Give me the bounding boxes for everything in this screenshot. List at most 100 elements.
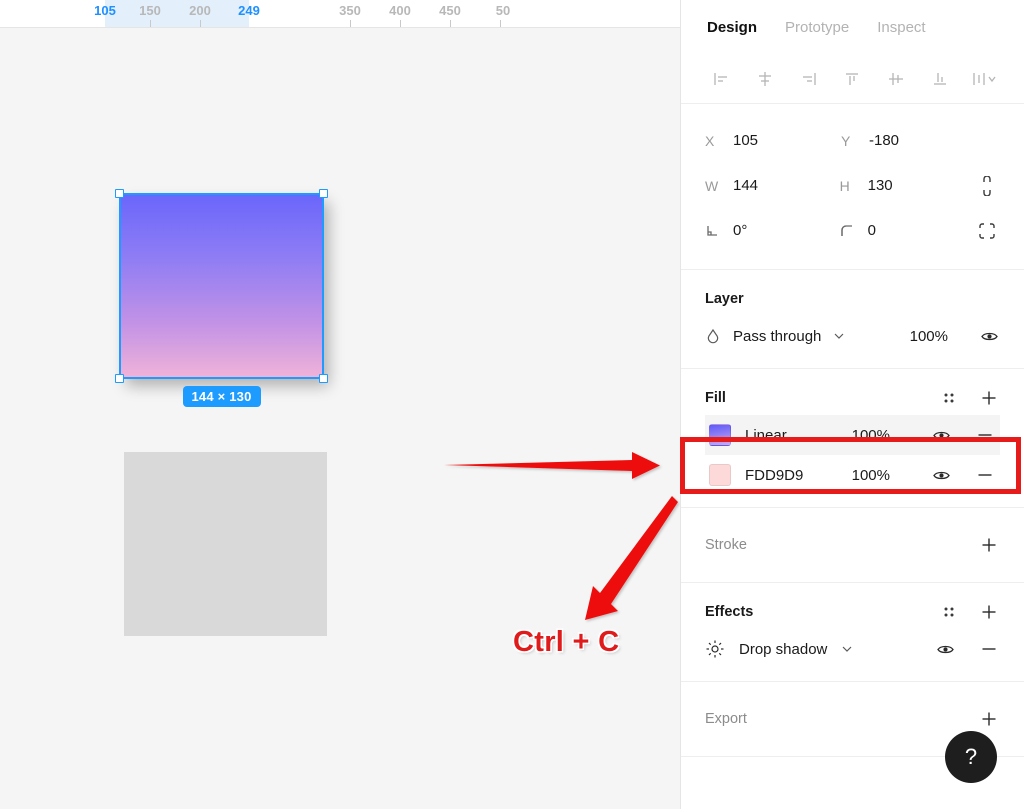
fill-opacity-solid[interactable]: 100% <box>852 467 890 484</box>
resize-handle-top-left[interactable] <box>115 189 124 198</box>
layer-section: Layer Pass through 100% <box>681 270 1024 369</box>
rotation-field[interactable]: 0° <box>705 222 840 239</box>
blend-mode-row: Pass through 100% <box>705 316 1000 356</box>
layer-title: Layer <box>705 291 744 307</box>
remove-fill-minus-icon[interactable] <box>974 464 996 486</box>
ruler-mark-350 <box>350 20 351 27</box>
effect-name-drop-shadow[interactable]: Drop shadow <box>739 641 827 658</box>
constrain-proportions-icon[interactable] <box>974 173 1000 199</box>
chevron-down-icon[interactable] <box>841 643 853 655</box>
export-title: Export <box>705 711 747 727</box>
stroke-header-actions <box>978 534 1000 556</box>
fill-visibility-eye-icon[interactable] <box>930 424 952 446</box>
tab-prototype[interactable]: Prototype <box>785 19 849 36</box>
effects-section: Effects Drop shadow <box>681 583 1024 682</box>
blend-mode-value[interactable]: Pass through <box>733 328 821 345</box>
effect-styles-grid-icon[interactable] <box>938 601 960 623</box>
corner-radius-icon <box>840 224 868 238</box>
h-field[interactable]: H 130 <box>840 177 975 194</box>
fill-title: Fill <box>705 390 726 406</box>
effect-visibility-eye-icon[interactable] <box>934 638 956 660</box>
help-button[interactable]: ? <box>945 731 997 783</box>
export-header: Export <box>705 702 1000 736</box>
y-value: -180 <box>869 132 900 149</box>
align-vertical-center-icon[interactable] <box>880 64 912 94</box>
h-value: 130 <box>867 177 893 194</box>
x-field[interactable]: X 105 <box>705 132 841 149</box>
fill-item-linear[interactable]: Linear 100% <box>705 415 1000 455</box>
fill-swatch-solid[interactable] <box>709 464 731 486</box>
position-row: X 105 Y -180 <box>705 118 1000 163</box>
effects-header-actions <box>938 601 1000 623</box>
fill-header-actions <box>938 387 1000 409</box>
size-row: W 144 H 130 <box>705 163 1000 208</box>
resize-handle-bottom-right[interactable] <box>319 374 328 383</box>
design-panel: Design Prototype Inspect X 105 Y -180 W … <box>680 0 1024 809</box>
horizontal-ruler[interactable]: 105 150 200 249 350 400 450 50 <box>0 0 680 28</box>
align-top-icon[interactable] <box>836 64 868 94</box>
distribute-more-icon[interactable] <box>968 64 1000 94</box>
remove-effect-minus-icon[interactable] <box>978 638 1000 660</box>
ruler-tick-450: 450 <box>439 3 461 18</box>
effect-item-drop-shadow[interactable]: Drop shadow <box>705 629 1000 669</box>
ruler-mark-400 <box>400 20 401 27</box>
align-horizontal-center-icon[interactable] <box>749 64 781 94</box>
w-value: 144 <box>733 177 759 194</box>
add-stroke-plus-icon[interactable] <box>978 534 1000 556</box>
fill-opacity-linear[interactable]: 100% <box>852 427 890 444</box>
fill-item-solid[interactable]: FDD9D9 100% <box>705 455 1000 495</box>
stroke-header: Stroke <box>705 528 1000 562</box>
alignment-toolbar <box>681 54 1024 104</box>
ruler-tick-150: 150 <box>139 3 161 18</box>
selected-shape-wrapper[interactable]: 144 × 130 <box>115 189 328 407</box>
fill-visibility-eye-icon[interactable] <box>930 464 952 486</box>
resize-handle-top-right[interactable] <box>319 189 328 198</box>
fill-section: Fill Linear 100% FDD9D9 100% <box>681 369 1024 508</box>
align-right-icon[interactable] <box>793 64 825 94</box>
fill-header: Fill <box>705 381 1000 415</box>
resize-handle-bottom-left[interactable] <box>115 374 124 383</box>
tab-inspect[interactable]: Inspect <box>877 19 925 36</box>
fill-styles-grid-icon[interactable] <box>938 387 960 409</box>
panel-tabs: Design Prototype Inspect <box>681 0 1024 54</box>
remove-fill-minus-icon[interactable] <box>974 424 996 446</box>
layer-visibility-eye-icon[interactable] <box>978 325 1000 347</box>
y-label: Y <box>841 132 851 149</box>
corner-radius-field[interactable]: 0 <box>840 222 975 239</box>
tab-design[interactable]: Design <box>707 19 757 36</box>
align-left-icon[interactable] <box>705 64 737 94</box>
canvas-area[interactable]: 105 150 200 249 350 400 450 50 144 × 130… <box>0 0 680 809</box>
canvas-body[interactable]: 144 × 130 Ctrl + C <box>0 28 680 809</box>
fill-name-linear: Linear <box>745 426 787 444</box>
fill-swatch-gradient[interactable] <box>709 424 731 446</box>
figma-window: 105 150 200 249 350 400 450 50 144 × 130… <box>0 0 1024 809</box>
align-bottom-icon[interactable] <box>924 64 956 94</box>
ruler-tick-350: 350 <box>339 3 361 18</box>
ruler-mark-450 <box>450 20 451 27</box>
transform-section: X 105 Y -180 W 144 H 130 0° 0 <box>681 104 1024 270</box>
effect-actions <box>934 638 1000 660</box>
size-badge: 144 × 130 <box>182 386 261 407</box>
ruler-tick-500: 50 <box>495 3 511 18</box>
w-field[interactable]: W 144 <box>705 177 840 194</box>
y-field[interactable]: Y -180 <box>841 132 977 149</box>
gradient-rectangle[interactable] <box>120 194 323 378</box>
ruler-tick-249: 249 <box>238 3 260 18</box>
drop-shadow-sun-icon <box>705 639 725 659</box>
fill-name-solid: FDD9D9 <box>745 466 804 484</box>
ruler-mark-150 <box>150 20 151 27</box>
arrow-to-fill-row <box>444 452 660 479</box>
fill-actions-linear <box>930 424 996 446</box>
chevron-down-icon[interactable] <box>833 330 845 342</box>
add-fill-plus-icon[interactable] <box>978 387 1000 409</box>
export-header-actions <box>978 708 1000 730</box>
ruler-tick-200: 200 <box>189 3 211 18</box>
add-export-plus-icon[interactable] <box>978 708 1000 730</box>
stroke-title: Stroke <box>705 537 747 553</box>
arrow-to-shortcut <box>585 496 678 620</box>
independent-corners-icon[interactable] <box>974 218 1000 244</box>
rotation-radius-row: 0° 0 <box>705 208 1000 253</box>
gray-rectangle[interactable] <box>124 452 327 636</box>
layer-opacity-value[interactable]: 100% <box>910 328 948 345</box>
add-effect-plus-icon[interactable] <box>978 601 1000 623</box>
